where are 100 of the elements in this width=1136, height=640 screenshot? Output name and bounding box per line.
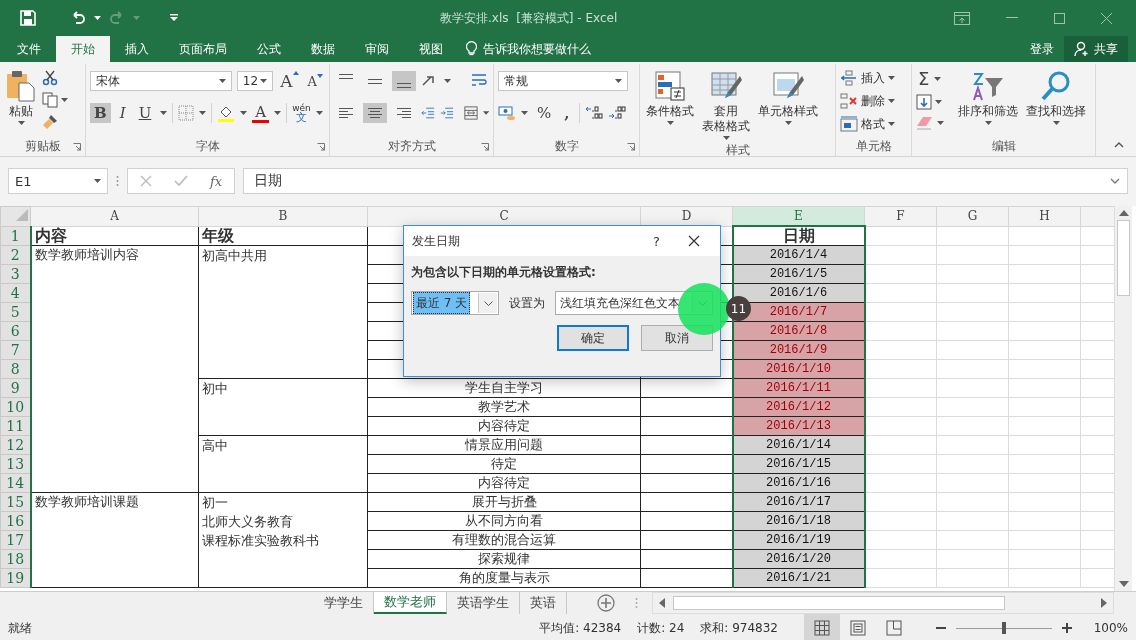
ribbon-tab[interactable]: 文件 xyxy=(2,36,56,62)
column-header[interactable]: H xyxy=(1008,206,1081,226)
increase-indent-icon[interactable] xyxy=(439,106,454,120)
decrease-indent-icon[interactable] xyxy=(421,106,435,120)
column-header[interactable]: D xyxy=(640,206,733,226)
caret-icon[interactable] xyxy=(888,76,895,80)
editing-button[interactable]: 排序和筛选 xyxy=(956,68,1020,127)
cells-button[interactable]: 删除 xyxy=(840,91,907,111)
column-header[interactable]: G xyxy=(936,206,1009,226)
number-format-dropdown[interactable]: 常规 xyxy=(498,71,628,91)
paste-button[interactable]: 粘贴 xyxy=(4,68,38,138)
font-style-button[interactable]: B xyxy=(90,103,111,123)
ribbon-tab[interactable]: 审阅 xyxy=(350,36,404,62)
caret-icon[interactable] xyxy=(937,121,944,125)
caret-icon[interactable] xyxy=(666,121,674,125)
font-name-dropdown[interactable]: 宋体 xyxy=(90,71,232,91)
cells-button[interactable]: 格式 xyxy=(840,114,907,134)
chevron-down-icon[interactable] xyxy=(483,300,493,306)
ribbon-tab[interactable]: 视图 xyxy=(404,36,458,62)
caret-icon[interactable] xyxy=(94,179,101,183)
copy-icon[interactable] xyxy=(42,92,58,108)
normal-view-button[interactable] xyxy=(804,614,840,640)
percent-button[interactable]: % xyxy=(533,103,556,123)
dialog-launcher-icon[interactable] xyxy=(627,143,635,151)
cells-button[interactable]: 插入 xyxy=(840,68,907,88)
zoom-in-icon[interactable] xyxy=(1062,623,1072,633)
wrap-text-icon[interactable] xyxy=(471,73,489,89)
collapse-ribbon-icon[interactable] xyxy=(1114,142,1124,148)
caret-icon[interactable] xyxy=(274,111,282,115)
caret-icon[interactable] xyxy=(935,100,942,104)
sheet-tab[interactable]: 数学老师 xyxy=(374,592,447,614)
caret-icon[interactable] xyxy=(94,16,101,20)
editing-button[interactable]: 查找和选择 xyxy=(1024,68,1088,127)
add-sheet-icon[interactable] xyxy=(597,594,615,612)
scissors-icon[interactable] xyxy=(42,70,58,86)
share-button[interactable]: 共享 xyxy=(1064,36,1128,62)
ribbon-tab[interactable]: 公式 xyxy=(242,36,296,62)
fill-color-icon[interactable] xyxy=(217,104,236,122)
dialog-launcher-icon[interactable] xyxy=(317,143,325,151)
scroll-left-icon[interactable] xyxy=(659,598,665,608)
column-header[interactable]: A xyxy=(30,206,199,226)
close-icon[interactable] xyxy=(688,235,700,247)
expand-icon[interactable] xyxy=(1110,178,1120,184)
check-icon[interactable] xyxy=(174,175,188,187)
font-color-button[interactable]: A xyxy=(252,103,270,123)
dialog-launcher-icon[interactable] xyxy=(481,143,489,151)
dialog-launcher-icon[interactable] xyxy=(73,143,81,151)
caret-icon[interactable] xyxy=(615,79,622,83)
scroll-down-icon[interactable] xyxy=(1118,581,1129,587)
font-style-button[interactable]: I xyxy=(115,103,130,123)
caret-icon[interactable] xyxy=(482,111,489,115)
ribbon-display-icon[interactable] xyxy=(954,11,970,25)
caret-icon[interactable] xyxy=(199,111,207,115)
grow-font-button[interactable]: A xyxy=(278,71,301,91)
slider-thumb[interactable] xyxy=(1002,622,1006,634)
comma-button[interactable]: , xyxy=(560,103,574,123)
ribbon-tab[interactable]: 页面布局 xyxy=(164,36,242,62)
ribbon-tab[interactable]: 插入 xyxy=(110,36,164,62)
caret-icon[interactable] xyxy=(888,122,895,126)
name-box[interactable]: E1 xyxy=(8,168,108,194)
decrease-decimal-icon[interactable] xyxy=(607,105,626,121)
caret-icon[interactable] xyxy=(521,111,528,115)
style-button[interactable]: 单元格样式 xyxy=(756,68,820,127)
font-size-dropdown[interactable]: 12 xyxy=(236,71,274,91)
scroll-up-icon[interactable] xyxy=(1118,210,1129,216)
autosum-button[interactable]: Σ xyxy=(916,70,932,88)
bottom-align-button[interactable] xyxy=(392,71,416,91)
column-header[interactable]: E xyxy=(732,206,865,226)
save-icon[interactable] xyxy=(20,10,36,26)
column-header[interactable]: B xyxy=(198,206,368,226)
tell-me-field[interactable]: 告诉我你想要做什么 xyxy=(483,36,591,62)
style-button[interactable]: 条件格式 xyxy=(644,68,696,127)
caret-icon[interactable] xyxy=(444,79,451,83)
column-header[interactable]: F xyxy=(864,206,937,226)
customize-icon[interactable] xyxy=(170,14,178,22)
help-button[interactable]: ? xyxy=(653,233,660,249)
undo-icon[interactable] xyxy=(70,11,86,25)
scroll-right-icon[interactable] xyxy=(1101,598,1107,608)
increase-decimal-icon[interactable] xyxy=(584,105,603,121)
phonetic-button[interactable]: wén 文 xyxy=(292,104,311,122)
minimize-icon[interactable] xyxy=(1006,17,1018,19)
font-style-button[interactable]: U xyxy=(134,103,156,123)
caret-icon[interactable] xyxy=(260,79,268,83)
ribbon-tab[interactable]: 开始 xyxy=(56,36,110,62)
scrollbar-thumb[interactable] xyxy=(1117,220,1130,296)
maximize-icon[interactable] xyxy=(1054,12,1065,24)
caret-icon[interactable] xyxy=(1052,121,1060,125)
center-align-button[interactable] xyxy=(363,103,387,123)
caret-icon[interactable] xyxy=(722,136,730,140)
caret-icon[interactable] xyxy=(240,111,248,115)
row-header[interactable]: 1 xyxy=(0,226,31,246)
caret-icon[interactable] xyxy=(784,121,792,125)
caret-icon[interactable] xyxy=(984,121,992,125)
caret-icon[interactable] xyxy=(17,121,25,125)
formula-field[interactable]: 日期 xyxy=(243,168,1128,194)
sign-in-link[interactable]: 登录 xyxy=(1020,36,1064,62)
style-button[interactable]: 套用 表格格式 xyxy=(700,68,752,142)
caret-icon[interactable] xyxy=(218,79,226,83)
currency-icon[interactable] xyxy=(498,105,516,121)
caret-icon[interactable] xyxy=(934,77,942,81)
